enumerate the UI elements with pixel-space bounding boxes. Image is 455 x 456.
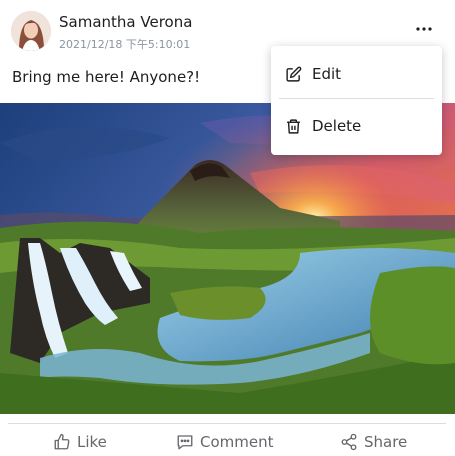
post-card: Samantha Verona 2021/12/18 下午5:10:01 Bri…: [0, 0, 455, 456]
post-text: Bring me here! Anyone?!: [12, 68, 201, 86]
menu-item-delete-label: Delete: [312, 117, 362, 135]
trash-icon: [287, 118, 300, 134]
comment-label: Comment: [200, 433, 274, 451]
menu-item-delete[interactable]: Delete: [271, 104, 442, 148]
author-name[interactable]: Samantha Verona: [59, 13, 192, 31]
ellipsis-icon: [416, 27, 432, 31]
menu-separator: [279, 98, 434, 99]
like-label: Like: [77, 433, 107, 451]
menu-item-edit-label: Edit: [312, 65, 342, 83]
more-options-button[interactable]: [410, 18, 438, 40]
share-label: Share: [364, 433, 408, 451]
post-options-menu: Edit Delete: [271, 46, 442, 155]
thumbs-up-icon: [54, 433, 70, 450]
avatar-image: [11, 11, 51, 51]
post-timestamp: 2021/12/18 下午5:10:01: [59, 38, 191, 51]
comment-button[interactable]: Comment: [176, 430, 274, 454]
avatar[interactable]: [11, 11, 51, 51]
share-icon: [341, 433, 357, 451]
actions-divider: [8, 423, 446, 424]
comment-icon: [177, 435, 193, 450]
menu-item-edit[interactable]: Edit: [271, 52, 442, 96]
share-button[interactable]: Share: [340, 430, 407, 454]
like-button[interactable]: Like: [53, 430, 107, 454]
post-actions-bar: Like Comment Share: [0, 426, 455, 456]
edit-icon: [286, 66, 302, 82]
